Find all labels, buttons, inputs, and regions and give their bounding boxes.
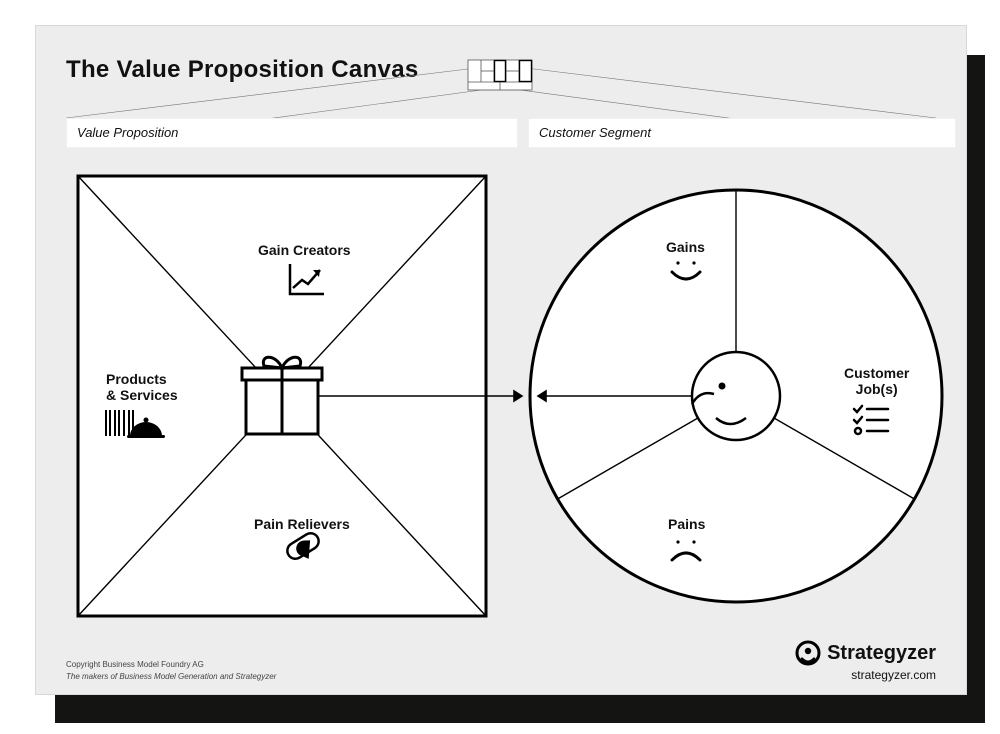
label-pains: Pains — [668, 516, 705, 532]
gift-icon — [242, 357, 322, 434]
brand-name: Strategyzer — [827, 642, 936, 665]
vpc-diagram — [36, 26, 966, 694]
strategyzer-mark-icon — [795, 640, 821, 666]
copyright-line-1: Copyright Business Model Foundry AG — [66, 659, 204, 670]
label-products-services: Products & Services — [106, 371, 178, 403]
canvas-sheet: The Value Proposition Canvas — [35, 25, 967, 695]
label-gains: Gains — [666, 239, 705, 255]
copyright-line-2: The makers of Business Model Generation … — [66, 671, 276, 682]
label-gain-creators: Gain Creators — [258, 242, 351, 258]
brand-logo: Strategyzer — [795, 640, 936, 666]
customer-face-icon — [692, 352, 780, 440]
label-customer-jobs: Customer Job(s) — [844, 365, 909, 397]
brand-url: strategyzer.com — [851, 668, 936, 682]
label-pain-relievers: Pain Relievers — [254, 516, 350, 532]
